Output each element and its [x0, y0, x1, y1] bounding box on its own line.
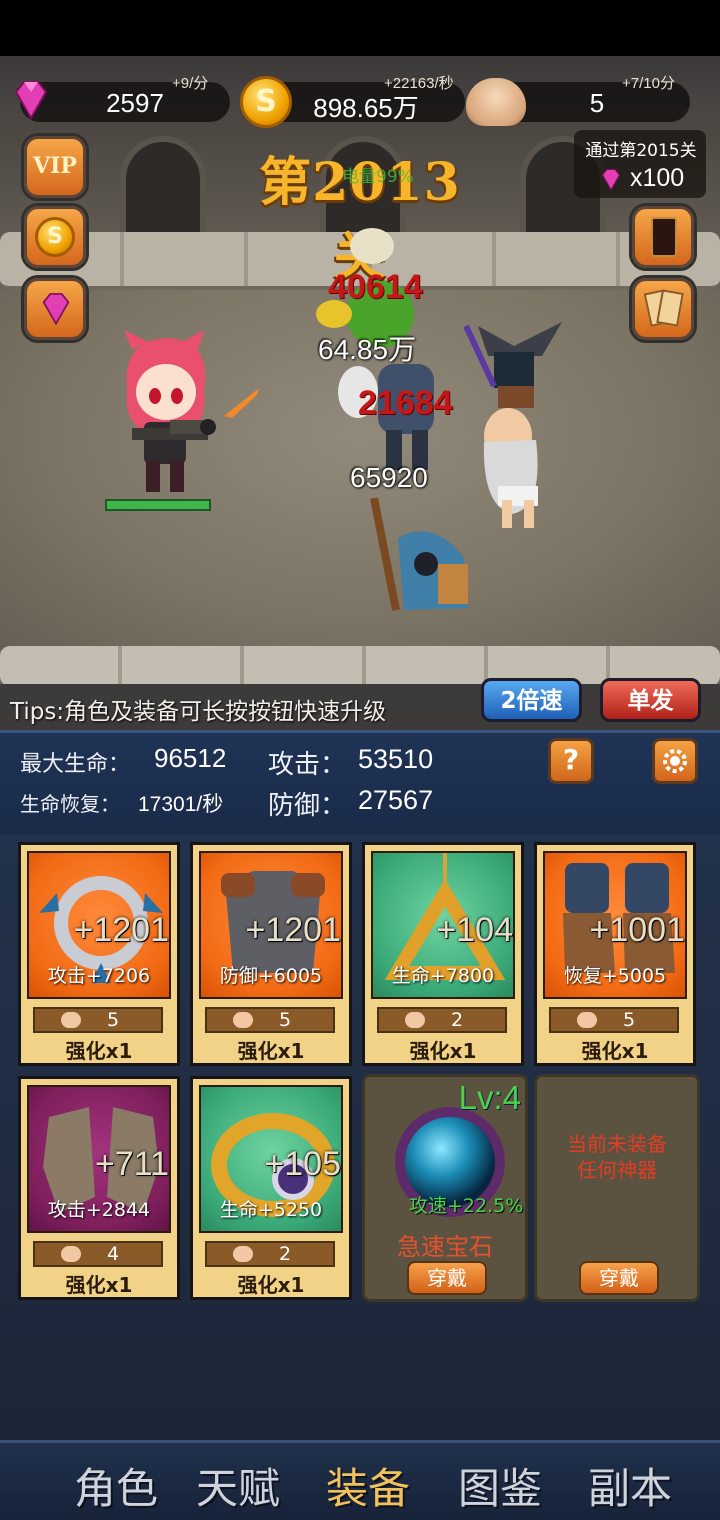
equip-level: +105 [264, 1145, 341, 1183]
gem-name: 急速宝石 [397, 1233, 493, 1261]
upgrade-label: 强化x1 [65, 1039, 133, 1063]
defense-label: 防御： [268, 791, 347, 821]
gold-count: 898.65万 [313, 93, 419, 123]
attack-label: 攻击： [268, 750, 347, 780]
artifact-empty-line: 任何神器 [577, 1158, 657, 1182]
gem-slot[interactable]: Lv:4 攻速+22.5% 急速宝石 穿戴 [362, 1074, 528, 1302]
upgrade-cost: 5 [549, 1007, 679, 1033]
upgrade-cost: 5 [205, 1007, 335, 1033]
equip-bonus: 攻击+2844 [47, 1199, 151, 1221]
gem-shop-button[interactable] [24, 278, 86, 340]
pink-gem-icon [601, 168, 621, 191]
projectile [224, 388, 260, 418]
nav-tab-character[interactable]: 角色 [74, 1455, 158, 1516]
regen-value: 17301/秒 [138, 793, 224, 816]
settings-button[interactable] [652, 738, 698, 784]
skull-icon [233, 1246, 253, 1262]
equip-bonus: 防御+6005 [219, 965, 323, 987]
enemy-zeus [483, 408, 538, 528]
skull-icon [466, 78, 526, 126]
gem-count: 2597 [106, 88, 164, 118]
equip-level: +1201 [245, 911, 342, 949]
upgrade-cost: 2 [205, 1241, 335, 1267]
upgrade-label: 强化x1 [237, 1273, 305, 1297]
upgrade-label: 强化x1 [409, 1039, 477, 1063]
equip-level: +1001 [589, 911, 686, 949]
equip-slot-armor[interactable]: +1201 防御+6005 5 强化x1 [190, 842, 352, 1066]
equip-slot-gloves[interactable]: +711 攻击+2844 4 强化x1 [18, 1076, 180, 1300]
equip-artifact-button[interactable]: 穿戴 [579, 1261, 659, 1295]
nav-tab-talent[interactable]: 天赋 [196, 1455, 280, 1516]
equip-slot-weapon[interactable]: +1201 攻击+7206 5 强化x1 [18, 842, 180, 1066]
damage-number: 21684 [358, 384, 453, 422]
level-battery: 电量99% [342, 167, 414, 187]
upgrade-label: 强化x1 [65, 1273, 133, 1297]
hero-bazooka [170, 419, 216, 435]
max-hp-value: 96512 [154, 743, 227, 773]
upgrade-label: 强化x1 [237, 1039, 305, 1063]
card-button[interactable] [632, 206, 694, 268]
vip-button[interactable]: VIP [24, 136, 86, 198]
artifact-slot[interactable]: 当前未装备 任何神器 穿戴 [534, 1074, 700, 1302]
gem-bonus: 攻速+22.5% [409, 1195, 524, 1217]
equip-level: +104 [436, 911, 513, 949]
gold-coin-icon: S [240, 76, 292, 128]
gem-level: Lv:4 [458, 1079, 521, 1116]
upgrade-label: 强化x1 [581, 1039, 649, 1063]
bottom-nav: 角色 天赋 装备 图鉴 副本 [0, 1440, 720, 1520]
equip-bonus: 恢复+5005 [563, 965, 667, 987]
gold-shop-button[interactable]: S [24, 206, 86, 268]
equip-bonus: 攻击+7206 [47, 965, 151, 987]
skull-icon [577, 1012, 597, 1028]
equip-slot-boots[interactable]: +1001 恢复+5005 5 强化x1 [534, 842, 696, 1066]
equip-level: +1201 [73, 911, 170, 949]
skull-icon [61, 1246, 81, 1262]
pass-reward-label: 通过第2015关 [585, 141, 697, 161]
skull-count: 5 [589, 88, 605, 118]
gear-icon [663, 749, 687, 773]
nav-tab-codex[interactable]: 图鉴 [458, 1455, 542, 1516]
damage-number: 40614 [328, 268, 423, 306]
skull-icon [233, 1012, 253, 1028]
pink-gem-icon [14, 81, 48, 121]
card-back-icon [651, 217, 677, 257]
damage-number: 65920 [350, 462, 428, 493]
equip-bonus: 生命+5250 [219, 1199, 323, 1221]
skull-icon [405, 1012, 425, 1028]
upgrade-cost: 5 [33, 1007, 163, 1033]
fire-mode-button[interactable]: 单发 [600, 678, 701, 722]
cards-collection-button[interactable] [632, 278, 694, 340]
max-hp-label: 最大生命： [20, 752, 131, 777]
equip-slot-amulet[interactable]: +104 生命+7800 2 强化x1 [362, 842, 524, 1066]
gold-coin-icon: S [35, 217, 75, 257]
artifact-empty-line: 当前未装备 [567, 1132, 667, 1156]
artifact-empty-text: 当前未装备 任何神器 [547, 1131, 687, 1183]
attack-value: 53510 [358, 744, 434, 774]
system-status-bar [0, 0, 720, 56]
help-button[interactable]: ? [548, 738, 594, 784]
defense-value: 27567 [358, 785, 434, 815]
upgrade-cost: 4 [33, 1241, 163, 1267]
tips-text: Tips:角色及装备可长按按钮快速升级 [10, 699, 387, 725]
pass-reward-amount: x100 [630, 164, 685, 192]
skull-icon [61, 1012, 81, 1028]
hero-hp-bar [105, 499, 211, 511]
pink-gem-icon [42, 293, 70, 326]
speed-toggle-button[interactable]: 2倍速 [481, 678, 582, 722]
upgrade-cost: 2 [377, 1007, 507, 1033]
equip-bonus: 生命+7800 [391, 965, 495, 987]
equip-level: +711 [94, 1145, 169, 1183]
nav-tab-dungeon[interactable]: 副本 [588, 1455, 672, 1516]
damage-number: 64.85万 [318, 334, 417, 365]
nav-tab-equipment[interactable]: 装备 [326, 1455, 410, 1516]
equip-slot-ring[interactable]: +105 生命+5250 2 强化x1 [190, 1076, 352, 1300]
regen-label: 生命恢复： [20, 792, 120, 816]
equip-gem-button[interactable]: 穿戴 [407, 1261, 487, 1295]
enemy-wizard [370, 498, 468, 611]
